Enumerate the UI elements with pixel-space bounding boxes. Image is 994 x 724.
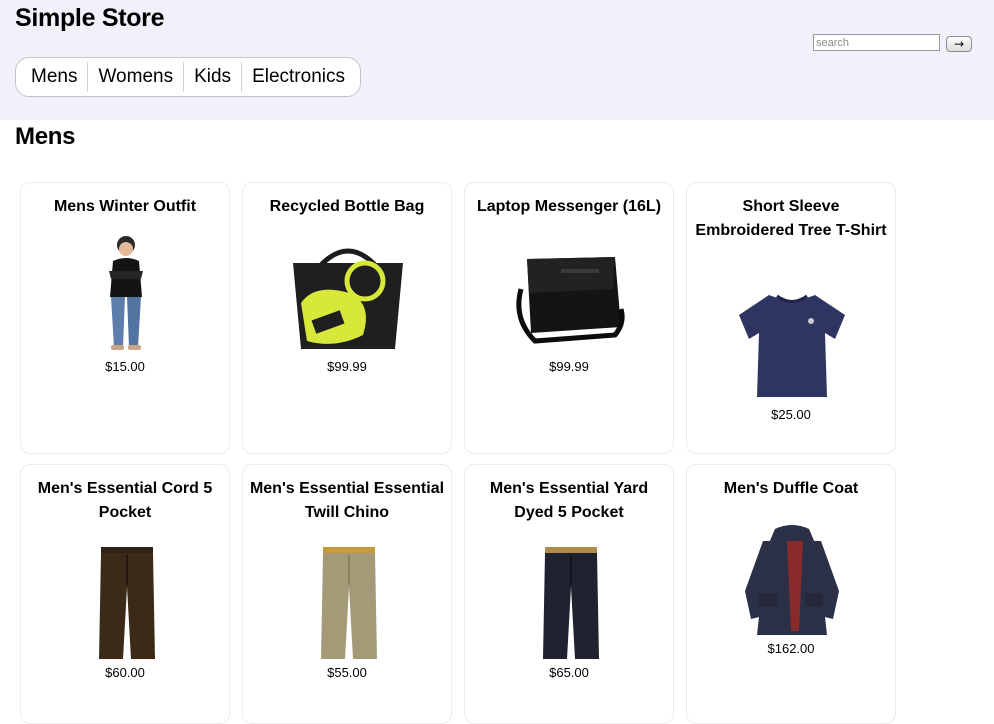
header: Simple Store → Mens Womens Kids Electron… [0, 0, 994, 120]
product-title[interactable]: Mens Winter Outfit [21, 195, 229, 219]
product-card[interactable]: Men's Essential Yard Dyed 5 Pocket $65.0… [464, 464, 674, 724]
duffle-coat-photo[interactable] [687, 521, 897, 639]
person-outfit-photo[interactable] [21, 235, 231, 355]
product-price: $99.99 [549, 359, 589, 374]
product-price: $99.99 [327, 359, 367, 374]
tshirt-photo[interactable] [687, 287, 897, 403]
product-card[interactable]: Men's Essential Cord 5 Pocket $60.00 [20, 464, 230, 724]
product-card[interactable]: Men's Essential Essential Twill Chino $5… [242, 464, 452, 724]
nav-item-womens[interactable]: Womens [87, 62, 183, 92]
product-title[interactable]: Men's Duffle Coat [687, 477, 895, 501]
search-input[interactable] [813, 34, 940, 51]
product-title[interactable]: Laptop Messenger (16L) [465, 195, 673, 219]
nav-item-electronics[interactable]: Electronics [241, 62, 355, 92]
nav-item-mens[interactable]: Mens [21, 62, 87, 92]
product-price: $55.00 [327, 665, 367, 680]
product-card[interactable]: Laptop Messenger (16L) $99.99 [464, 182, 674, 454]
section-title: Mens [15, 123, 76, 150]
product-title[interactable]: Short Sleeve Embroidered Tree T-Shirt [687, 195, 895, 243]
product-price: $65.00 [549, 665, 589, 680]
product-card[interactable]: Mens Winter Outfit $15.00 [20, 182, 230, 454]
messenger-bag-photo[interactable] [465, 249, 675, 349]
search-submit-button[interactable]: → [946, 36, 972, 52]
site-title[interactable]: Simple Store [15, 4, 165, 33]
product-title[interactable]: Men's Essential Essential Twill Chino [243, 477, 451, 525]
dark-jeans-photo[interactable] [465, 545, 675, 663]
product-price: $60.00 [105, 665, 145, 680]
category-nav: Mens Womens Kids Electronics [15, 57, 361, 97]
product-card[interactable]: Men's Duffle Coat $162.00 [686, 464, 896, 724]
product-title[interactable]: Men's Essential Cord 5 Pocket [21, 477, 229, 525]
brown-pants-photo[interactable] [21, 545, 231, 663]
product-card[interactable]: Short Sleeve Embroidered Tree T-Shirt $2… [686, 182, 896, 454]
product-price: $162.00 [767, 641, 815, 656]
product-price: $15.00 [105, 359, 145, 374]
product-title[interactable]: Men's Essential Yard Dyed 5 Pocket [465, 477, 673, 525]
tote-bag-photo[interactable] [243, 243, 453, 353]
nav-item-kids[interactable]: Kids [183, 62, 241, 92]
product-price: $25.00 [771, 407, 811, 422]
product-title[interactable]: Recycled Bottle Bag [243, 195, 451, 219]
product-card[interactable]: Recycled Bottle Bag $99.99 [242, 182, 452, 454]
khaki-pants-photo[interactable] [243, 545, 453, 663]
